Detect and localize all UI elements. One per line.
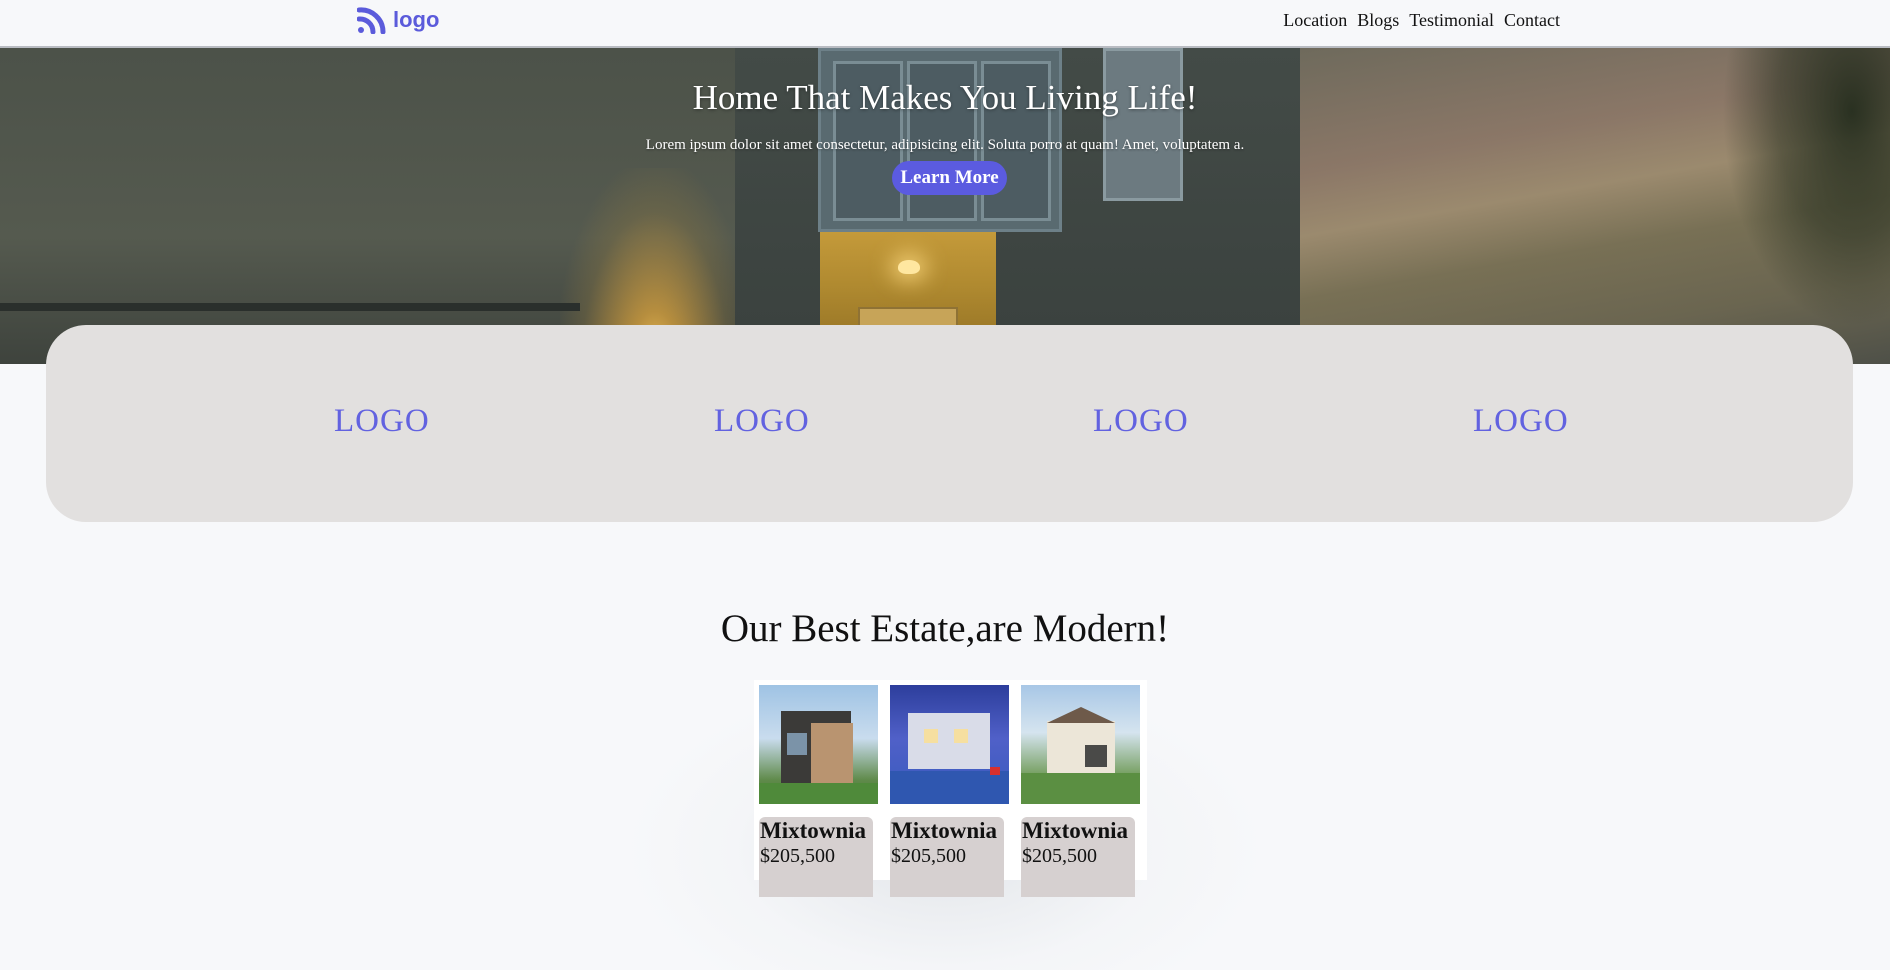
estate-photo <box>1021 685 1140 804</box>
logo-text: logo <box>393 7 440 32</box>
house-body <box>908 713 990 769</box>
estate-card[interactable]: Mixtownia $205,500 <box>885 680 1016 897</box>
main-nav: Location Blogs Testimonial Contact <box>1283 10 1560 31</box>
partner-logo: LOGO <box>334 403 430 439</box>
nav-blogs[interactable]: Blogs <box>1357 10 1399 31</box>
house-wing <box>811 723 853 783</box>
estate-photo <box>890 685 1009 804</box>
lawn <box>759 783 878 804</box>
hero-ledge <box>0 303 580 311</box>
house-window <box>787 733 807 755</box>
lawn <box>1021 773 1140 804</box>
estates-title: Our Best Estate,are Modern! <box>720 607 1170 650</box>
garage-door <box>1085 745 1107 767</box>
hero-content: Home That Makes You Living Life! Lorem i… <box>0 48 1890 208</box>
partner-logo: LOGO <box>1093 403 1189 439</box>
entrance-lamp <box>898 260 920 274</box>
hero-title: Home That Makes You Living Life! <box>692 78 1198 117</box>
nav-location[interactable]: Location <box>1283 10 1347 31</box>
estate-cards: Mixtownia $205,500 Mixtownia $205,500 Mi… <box>754 680 1147 897</box>
estate-name: Mixtownia <box>1022 818 1129 843</box>
site-header: logo Location Blogs Testimonial Contact <box>0 0 1890 48</box>
nav-testimonial[interactable]: Testimonial <box>1409 10 1494 31</box>
nav-contact[interactable]: Contact <box>1504 10 1560 31</box>
house-roof <box>1047 707 1115 723</box>
estate-info: Mixtownia $205,500 <box>890 817 1004 897</box>
wifi-arcs-logo-icon <box>357 7 386 34</box>
partner-logos-strip: LOGO LOGO LOGO LOGO <box>46 325 1853 522</box>
estate-price: $205,500 <box>891 845 966 867</box>
house-window <box>924 729 938 743</box>
estate-card[interactable]: Mixtownia $205,500 <box>1016 680 1147 897</box>
estate-photo <box>759 685 878 804</box>
hero-subtitle: Lorem ipsum dolor sit amet consectetur, … <box>645 137 1245 153</box>
pool-chair <box>990 767 1000 775</box>
estate-price: $205,500 <box>760 845 835 867</box>
estate-name: Mixtownia <box>760 818 867 843</box>
site-logo[interactable]: logo <box>357 6 439 34</box>
learn-more-button[interactable]: Learn More <box>892 161 1007 195</box>
house-window <box>954 729 968 743</box>
estate-price: $205,500 <box>1022 845 1097 867</box>
partner-logo: LOGO <box>1473 403 1569 439</box>
estate-name: Mixtownia <box>891 818 998 843</box>
estate-info: Mixtownia $205,500 <box>1021 817 1135 897</box>
pool <box>890 771 1009 804</box>
estate-info: Mixtownia $205,500 <box>759 817 873 897</box>
estate-card[interactable]: Mixtownia $205,500 <box>754 680 885 897</box>
partner-logo: LOGO <box>714 403 810 439</box>
